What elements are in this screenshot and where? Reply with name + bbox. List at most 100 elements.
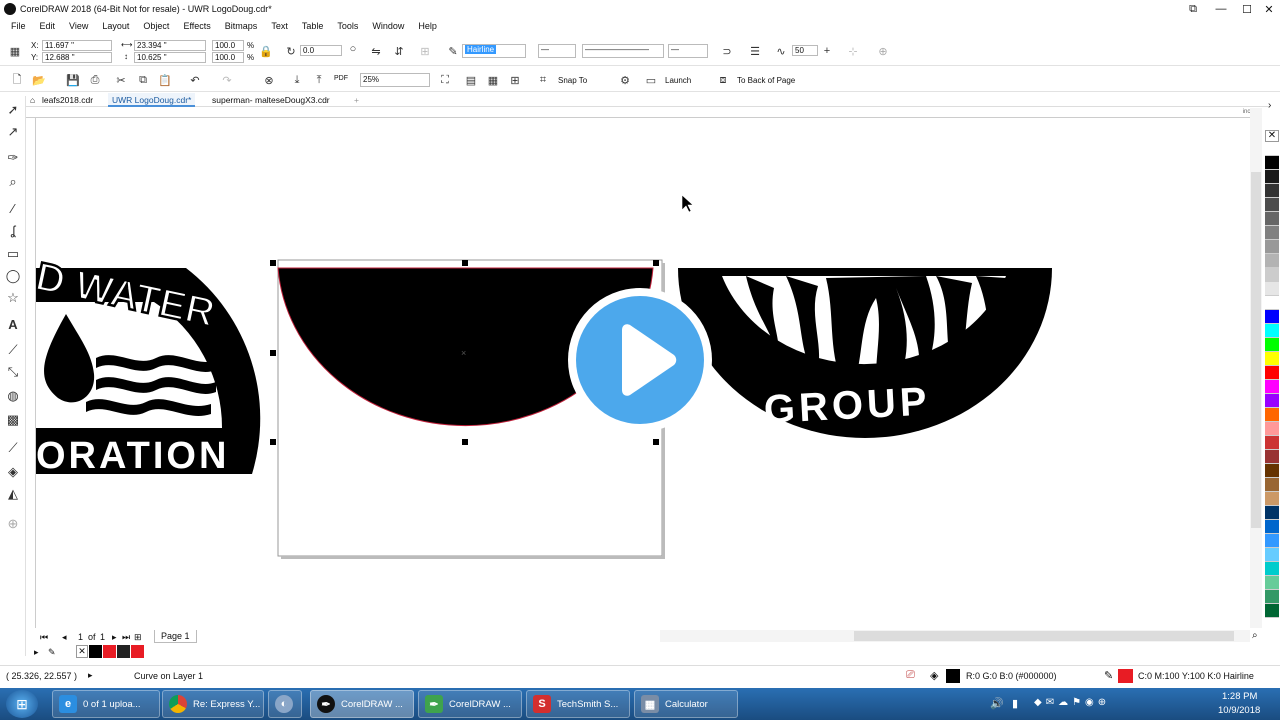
close-curve-icon[interactable]: ⊃ [720,44,734,58]
transparency-tool-icon[interactable]: ▩ [5,412,21,428]
export-pdf-button[interactable]: PDF [334,75,348,82]
open-folder-icon[interactable]: 📂 [32,73,46,87]
tab-leafs2018[interactable]: leafs2018.cdr [38,93,97,107]
zoom-level-select[interactable]: 25% [360,73,430,87]
y-position-field[interactable]: 12.688 " [42,52,112,63]
next-page-icon[interactable]: ▸ [112,632,117,643]
shape-tool-icon[interactable]: ↗ [5,124,21,140]
menu-bitmaps[interactable]: Bitmaps [218,21,265,31]
freehand-tool-icon[interactable]: ⁄ [5,200,21,216]
palette-swatch[interactable] [1265,506,1279,520]
polygon-tool-icon[interactable]: ☆ [5,290,21,306]
right-logo[interactable]: GROUP [678,268,1052,438]
rotation-angle-field[interactable]: 0.0 [300,45,342,56]
palette-swatch[interactable] [1265,422,1279,436]
connector-tool-icon[interactable]: ⤡ [5,364,21,380]
palette-swatch[interactable] [1265,576,1279,590]
scale-height-field[interactable]: 100.0 [212,52,244,63]
text-tool-icon[interactable]: A [5,316,21,332]
eyedropper-icon[interactable]: ⟋ [5,440,21,456]
show-rulers-icon[interactable]: ▤ [464,73,478,87]
palette-swatch[interactable] [1265,184,1279,198]
task-techsmith[interactable]: S TechSmith S... [526,690,630,718]
first-page-icon[interactable]: ⏮ [40,632,48,643]
no-fill-swatch[interactable]: ✕ [1265,130,1279,142]
add-toolbar-icon[interactable]: ⊕ [876,44,890,58]
volume-icon[interactable]: 🔊 [990,697,1004,710]
palette-swatch[interactable] [1265,296,1279,310]
parallel-dimension-icon[interactable]: ⟋ [5,342,21,358]
palette-swatch[interactable] [1265,562,1279,576]
cut-icon[interactable]: ✂ [114,73,128,87]
search-content-icon[interactable]: ⊗ [262,73,276,87]
zoom-navigator-icon[interactable]: ⌕ [1252,630,1258,641]
page-tab[interactable]: Page 1 [154,630,197,643]
task-upload[interactable]: e 0 of 1 uploa... [52,690,160,718]
start-button[interactable]: ⊞ [6,690,38,718]
vertical-scrollbar[interactable] [1250,108,1262,628]
vertical-ruler[interactable] [26,118,36,628]
interactive-fill-icon[interactable]: ◈ [5,464,21,480]
snap-to-button[interactable]: Snap To [558,76,587,85]
menu-table[interactable]: Table [295,21,331,31]
palette-swatch[interactable] [1265,534,1279,548]
zoom-tool-icon[interactable]: ⌕ [5,174,21,190]
launch-icon[interactable]: ▭ [644,73,658,87]
palette-swatch[interactable] [1265,464,1279,478]
save-icon[interactable]: 💾 [66,73,80,87]
add-tab-icon[interactable]: + [350,93,363,107]
task-chrome[interactable]: Re: Express Y... [162,690,264,718]
palette-swatch[interactable] [1265,408,1279,422]
doc-palette-arrow-icon[interactable]: ▸ [34,647,39,658]
lock-ratio-icon[interactable]: 🔒 [259,44,273,58]
smart-fill-icon[interactable]: ◭ [5,486,21,502]
menu-text[interactable]: Text [264,21,295,31]
curve-smoothing-icon[interactable]: ∿ [774,44,788,58]
import-icon[interactable]: ⤓ [290,73,304,87]
palette-swatch[interactable] [1265,352,1279,366]
scale-width-field[interactable]: 100.0 [212,40,244,51]
back-of-page-icon[interactable]: ⧈ [716,73,730,87]
doc-swatch-red-2[interactable] [131,645,144,658]
start-arrowhead-select[interactable]: — [538,44,576,58]
palette-swatch[interactable] [1265,142,1279,156]
wrap-text-icon[interactable]: ⊞ [418,44,432,58]
mirror-horizontal-icon[interactable]: ⇋ [369,44,383,58]
left-logo[interactable]: D WATER ORATION [36,253,261,477]
prev-page-icon[interactable]: ◂ [62,632,67,643]
redo-icon[interactable]: ↷ [220,73,234,87]
outline-color-swatch[interactable] [1118,669,1133,683]
palette-swatch[interactable] [1265,198,1279,212]
doc-swatch-darkred[interactable] [117,645,130,658]
palette-swatch[interactable] [1265,436,1279,450]
ellipse-tool-icon[interactable]: ◯ [5,268,21,284]
height-field[interactable]: 10.625 " [134,52,206,63]
outline-pen-status-icon[interactable]: ✎ [1104,669,1113,682]
palette-swatch[interactable] [1265,338,1279,352]
menu-object[interactable]: Object [136,21,176,31]
rectangle-tool-icon[interactable]: ▭ [5,246,21,262]
outline-pen-icon[interactable]: ✎ [446,44,460,58]
rotate-icon[interactable]: ↻ [284,44,298,58]
pick-tool-icon[interactable]: ➚ [5,102,21,118]
horizontal-scroll-thumb[interactable] [854,631,1234,641]
menu-file[interactable]: File [4,21,33,31]
menu-view[interactable]: View [62,21,95,31]
clock-time[interactable]: 1:28 PM [1222,691,1257,702]
palette-swatch[interactable] [1265,394,1279,408]
palette-swatch[interactable] [1265,548,1279,562]
doc-swatch-none[interactable]: ✕ [76,645,88,658]
clock-date[interactable]: 10/9/2018 [1218,705,1260,716]
task-calculator[interactable]: ▦ Calculator [634,690,738,718]
palette-swatch[interactable] [1265,478,1279,492]
mirror-vertical-icon[interactable]: ⇵ [392,44,406,58]
palette-swatch[interactable] [1265,310,1279,324]
new-document-icon[interactable]: 🗋 [10,73,24,87]
undo-icon[interactable]: ↶ [188,73,202,87]
palette-swatch[interactable] [1265,520,1279,534]
palette-swatch[interactable] [1265,366,1279,380]
palette-swatch[interactable] [1265,450,1279,464]
tray-icons[interactable]: ◆✉☁⚑◉⊕ [1034,697,1110,708]
copy-icon[interactable]: ⧉ [136,73,150,87]
palette-swatch[interactable] [1265,380,1279,394]
